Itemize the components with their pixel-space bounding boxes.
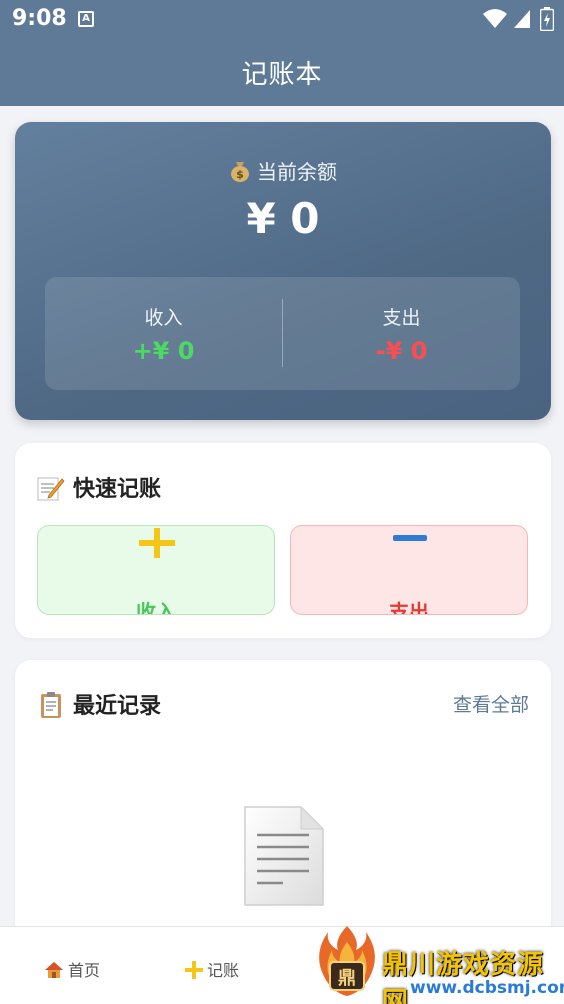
signal-icon — [514, 10, 530, 28]
status-time: 9:08 — [12, 6, 67, 31]
watermark-url: www.dcbsmj.com — [410, 978, 564, 998]
quick-expense-button[interactable]: 支出 — [290, 525, 528, 615]
income-summary-label: 收入 — [144, 307, 183, 329]
recent-records-card: 最近记录 查看全部 — [15, 660, 551, 960]
minus-icon — [393, 535, 427, 541]
quick-record-title-row: 快速记账 — [37, 471, 161, 503]
svg-text:$: $ — [236, 168, 244, 181]
nav-home-label: 首页 — [68, 961, 101, 980]
balance-amount: ¥ 0 — [246, 194, 320, 243]
home-icon — [45, 962, 63, 978]
income-expense-summary: 收入 +¥ 0 支出 -¥ 0 — [45, 277, 520, 390]
wifi-icon — [483, 9, 507, 28]
expense-summary: 支出 -¥ 0 — [283, 277, 520, 390]
money-bag-icon: $ — [231, 162, 249, 182]
memo-icon — [37, 477, 65, 501]
quick-income-label: 收入 — [136, 600, 176, 615]
quick-record-title: 快速记账 — [73, 477, 162, 502]
balance-label: 当前余额 — [257, 160, 337, 184]
watermark: 鼎 鼎川游戏资源网 www.dcbsmj.com — [312, 922, 564, 1004]
status-bar: 9:08 A — [0, 0, 564, 40]
plus-icon — [139, 528, 175, 558]
battery-icon — [540, 7, 554, 31]
recent-records-title: 最近记录 — [73, 694, 162, 719]
document-icon — [244, 805, 325, 906]
quick-record-card: 快速记账 收入 支出 — [15, 443, 551, 638]
app-header: 9:08 A 记账本 — [0, 0, 564, 106]
clipboard-icon — [41, 692, 61, 718]
svg-text:鼎: 鼎 — [338, 968, 356, 989]
nav-record-label: 记账 — [207, 961, 240, 980]
plus-icon — [185, 961, 203, 979]
nav-home[interactable]: 首页 — [44, 957, 100, 981]
expense-summary-value: -¥ 0 — [375, 337, 428, 365]
nav-record[interactable]: 记账 — [185, 957, 239, 981]
income-summary-value: +¥ 0 — [132, 337, 195, 365]
view-all-link[interactable]: 查看全部 — [453, 690, 529, 717]
expense-summary-label: 支出 — [382, 307, 421, 329]
page-title: 记账本 — [241, 60, 323, 90]
income-summary: 收入 +¥ 0 — [45, 277, 282, 390]
quick-expense-label: 支出 — [389, 600, 429, 615]
quick-income-button[interactable]: 收入 — [37, 525, 275, 615]
watermark-logo-icon: 鼎 — [319, 926, 375, 996]
balance-card: $ 当前余额 ¥ 0 收入 +¥ 0 支出 -¥ 0 — [15, 122, 551, 420]
notification-icon: A — [78, 11, 94, 27]
balance-label-row: $ 当前余额 — [15, 156, 551, 185]
recent-records-title-row: 最近记录 — [37, 688, 161, 720]
